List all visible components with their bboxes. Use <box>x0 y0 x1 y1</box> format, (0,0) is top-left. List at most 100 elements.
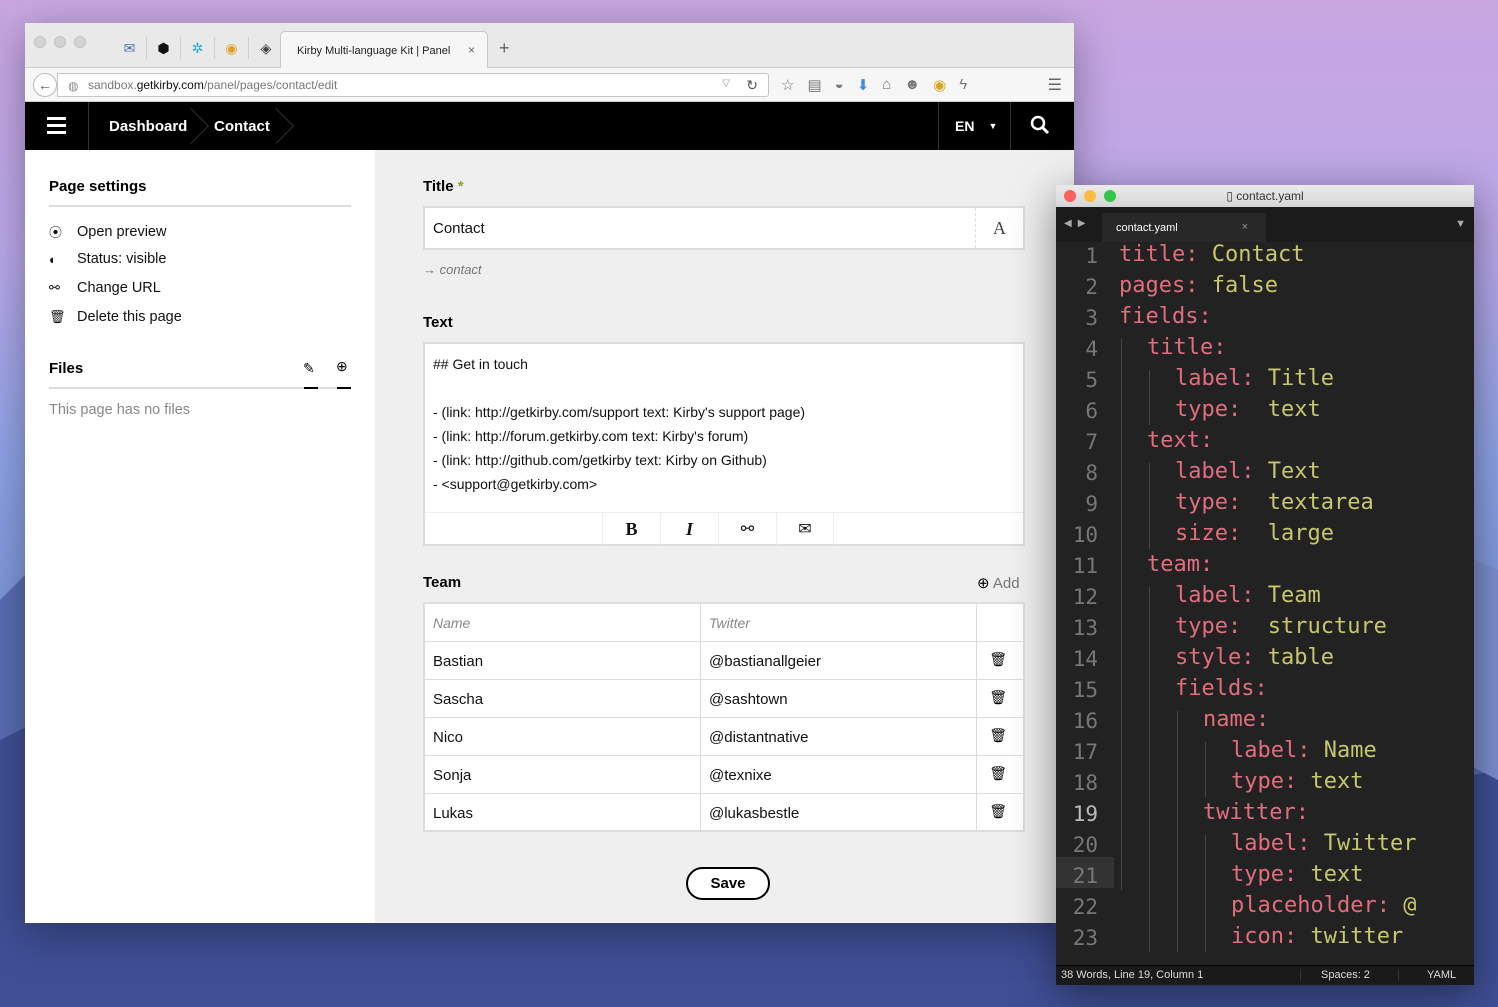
delete-row-trash-icon[interactable]: 🗑 <box>989 765 1007 782</box>
add-team-member-button[interactable]: ⊕ Add <box>977 574 1020 592</box>
textarea-line: ## Get in touch <box>433 356 528 372</box>
no-files-message: This page has no files <box>49 402 191 418</box>
color-wheel-icon[interactable]: ◉ <box>933 76 946 94</box>
status-indent[interactable]: Spaces: 2 <box>1300 969 1370 981</box>
code-area[interactable]: 1 title: Contact 2 pages: false 3 fields: 4 tit… <box>1056 242 1474 965</box>
delete-row-trash-icon[interactable]: 🗑 <box>989 689 1007 706</box>
language-switcher[interactable]: EN ▼ <box>955 102 997 150</box>
table-row[interactable]: Sascha @sashtown 🗑 <box>425 680 1023 718</box>
bold-button[interactable]: B <box>602 513 660 545</box>
indent-guide <box>1149 370 1150 425</box>
globe-icon: ◍ <box>68 79 79 93</box>
code-line: name: <box>1203 707 1269 732</box>
yaml-key: twitter: <box>1203 800 1309 825</box>
back-button[interactable]: ← <box>33 73 57 97</box>
reading-list-icon[interactable]: ▤ <box>807 76 821 94</box>
sidebar: Page settings ⦿ Open preview ◐ Status: vis… <box>25 150 375 923</box>
menu-icon[interactable] <box>47 117 66 138</box>
editor-close-button[interactable] <box>1064 190 1076 202</box>
pinned-tab-hexagon-icon[interactable]: ⬢ <box>147 37 181 59</box>
change-url-link[interactable]: ⚯ Change URL <box>49 280 161 296</box>
pocket-icon[interactable]: ◒ <box>835 76 844 94</box>
status-position: 38 Words, Line 19, Column 1 <box>1061 969 1204 981</box>
close-window-button[interactable] <box>34 36 46 48</box>
yaml-key: size: <box>1175 521 1242 546</box>
pinned-tab-network-icon[interactable]: ✲ <box>181 37 215 59</box>
status-syntax[interactable]: YAML <box>1398 969 1456 981</box>
download-icon[interactable]: ⬇ <box>857 76 870 94</box>
cell-name: Nico <box>433 728 464 746</box>
yaml-key: type: <box>1175 614 1242 639</box>
delete-row-trash-icon[interactable]: 🗑 <box>989 651 1007 668</box>
yaml-key: label: <box>1175 366 1255 391</box>
lightning-icon[interactable]: ϟ <box>959 76 967 94</box>
status-toggle-link[interactable]: ◐ Status: visible <box>49 251 166 267</box>
indent-guide <box>1205 742 1206 797</box>
editor-tab-contact-yaml[interactable]: contact.yaml × <box>1102 213 1266 242</box>
delete-row-trash-icon[interactable]: 🗑 <box>989 727 1007 744</box>
yaml-key: team: <box>1147 552 1214 577</box>
editor-minimize-button[interactable] <box>1084 190 1096 202</box>
home-icon[interactable]: ⌂ <box>882 76 891 94</box>
new-tab-button[interactable]: + <box>499 38 510 59</box>
browser-tabbar: ✉ ⬢ ✲ ◉ ◈ Kirby Multi-language Kit | Pan… <box>25 23 1074 69</box>
line-number: 17 <box>1072 740 1098 764</box>
code-line: type: text <box>1231 769 1363 794</box>
delete-page-link[interactable]: 🗑 Delete this page <box>49 309 182 325</box>
yaml-key: name: <box>1203 707 1270 732</box>
editor-tab-close-icon[interactable]: × <box>1242 221 1248 233</box>
minimize-window-button[interactable] <box>54 36 66 48</box>
navigation-toolbar: ◍ sandbox. getkirby.com/panel/pages/conta… <box>25 68 1074 102</box>
yaml-value: @ <box>1389 893 1417 918</box>
cell-name: Sascha <box>433 690 484 708</box>
title-field-label: Title * <box>423 178 464 195</box>
toolbar-icons: ☆ ▤ ◒ ⬇ ⌂ ☻ ◉ ϟ <box>781 76 967 94</box>
tab-dropdown-icon[interactable]: ▼ <box>1455 218 1466 230</box>
add-file-plus-icon[interactable]: ⊕ <box>336 358 348 375</box>
tab-title: Kirby Multi-language Kit | Panel <box>297 44 451 57</box>
code-line: fields: <box>1175 676 1268 701</box>
table-row[interactable]: Nico @distantnative 🗑 <box>425 718 1023 756</box>
reload-icon[interactable]: ↻ <box>746 77 758 94</box>
pinned-tab-diamond-icon[interactable]: ◈ <box>249 37 283 59</box>
table-row[interactable]: Bastian @bastianallgeier 🗑 <box>425 642 1023 680</box>
pinned-tab-mail-icon[interactable]: ✉ <box>113 37 147 59</box>
save-button[interactable]: Save <box>686 867 770 900</box>
back-arrow-icon: ← <box>38 77 52 93</box>
bookmark-star-icon[interactable]: ☆ <box>781 76 794 94</box>
table-row[interactable]: Sonja @texnixe 🗑 <box>425 756 1023 794</box>
line-number: 19 <box>1072 802 1098 826</box>
column-divider <box>700 604 701 830</box>
url-field[interactable]: ◍ sandbox. getkirby.com/panel/pages/conta… <box>57 73 769 97</box>
url-dropdown-icon[interactable]: ▽ <box>722 78 730 89</box>
link-button[interactable]: ⚯ <box>718 513 776 545</box>
zoom-window-button[interactable] <box>74 36 86 48</box>
tab-close-icon[interactable]: × <box>468 43 475 57</box>
tab-nav-arrows-icon[interactable]: ◀▶ <box>1064 218 1091 229</box>
textarea-line: - (link: http://forum.getkirby.com text:… <box>433 428 749 444</box>
nav-separator <box>88 102 89 150</box>
table-row[interactable]: Lukas @lukasbestle 🗑 <box>425 794 1023 832</box>
open-preview-link[interactable]: ⦿ Open preview <box>49 222 166 241</box>
toggle-icon: ◐ <box>49 251 57 267</box>
code-line: pages: false <box>1119 273 1278 298</box>
editor-zoom-button[interactable] <box>1104 190 1116 202</box>
delete-row-trash-icon[interactable]: 🗑 <box>989 803 1007 820</box>
chat-icon[interactable]: ☻ <box>904 76 920 94</box>
yaml-key: type: <box>1231 769 1298 794</box>
pinned-tab-ring-icon[interactable]: ◉ <box>215 37 249 59</box>
text-textarea[interactable]: ## Get in touch - (link: http://getkirby… <box>423 342 1025 546</box>
tab-kirby-panel[interactable]: Kirby Multi-language Kit | Panel × <box>280 31 488 69</box>
email-button[interactable]: ✉ <box>776 513 834 545</box>
main-form-area: Title * Contact A → contact Text ## Get … <box>375 150 1074 923</box>
line-number: 15 <box>1072 678 1098 702</box>
hamburger-menu-icon[interactable]: ☰ <box>1048 75 1062 95</box>
title-input[interactable]: Contact A <box>423 206 1025 250</box>
search-icon[interactable] <box>1030 115 1050 141</box>
yaml-value: text <box>1297 769 1364 794</box>
status-label: Status: visible <box>77 251 167 267</box>
cell-twitter: @lukasbestle <box>709 804 800 822</box>
edit-files-pencil-icon[interactable]: ✎ <box>303 360 315 377</box>
cell-twitter: @bastianallgeier <box>709 652 821 670</box>
italic-button[interactable]: I <box>660 513 718 545</box>
